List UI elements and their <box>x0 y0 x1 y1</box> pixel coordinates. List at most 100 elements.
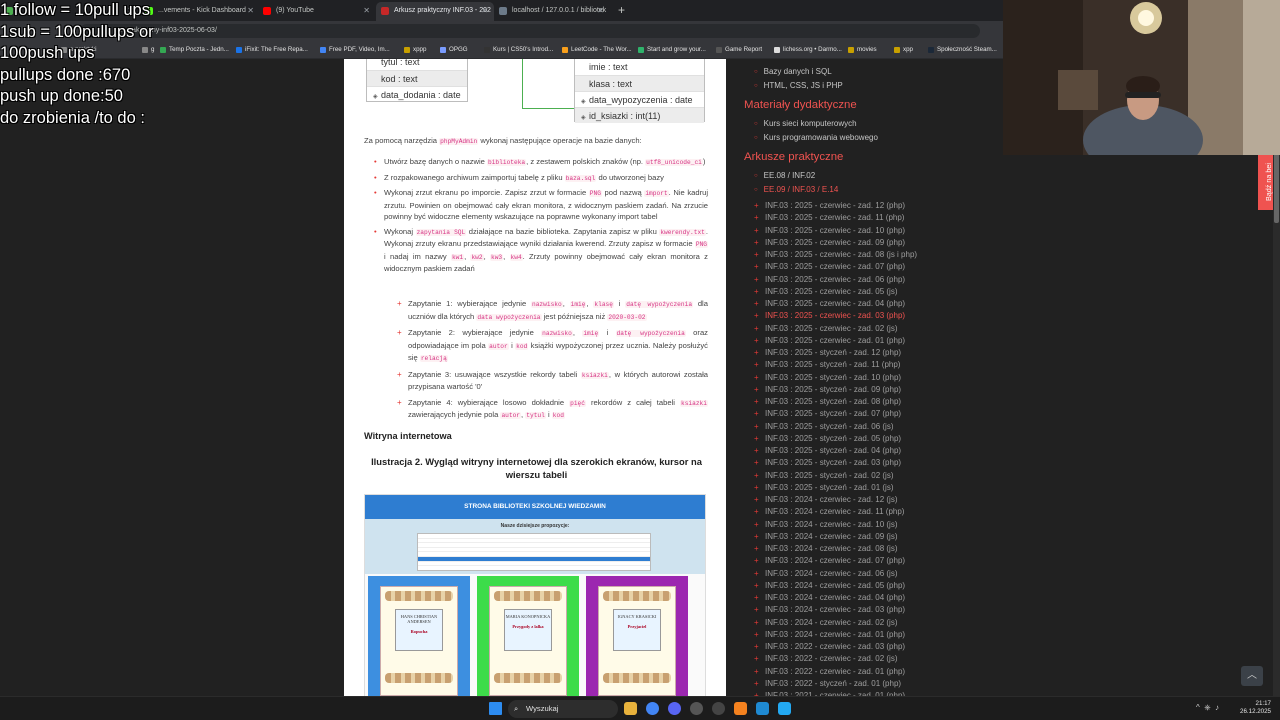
list-item: Zapytanie 1: wybierające jedynie nazwisk… <box>396 298 708 323</box>
relation-line <box>522 108 574 109</box>
discord-icon[interactable] <box>668 702 681 715</box>
bookmark-item[interactable]: Kurs | CS50's Introd... <box>483 44 553 56</box>
arkusz-link[interactable]: INF.03 : 2025 - styczeń - zad. 01 (js) <box>754 482 1034 495</box>
settings-icon[interactable] <box>712 702 725 715</box>
arkusz-link[interactable]: INF.03 : 2024 - czerwiec - zad. 01 (php) <box>754 629 1034 642</box>
illustration-table <box>417 533 651 571</box>
arkusz-link[interactable]: INF.03 : 2025 - czerwiec - zad. 12 (php) <box>754 200 1034 213</box>
table-wypozyczenia: imie : text klasa : text ◈ data_wypozycze… <box>574 59 705 123</box>
arkusz-link[interactable]: INF.03 : 2025 - styczeń - zad. 07 (php) <box>754 408 1034 421</box>
system-tray[interactable]: ^ ⎈ ♪ <box>1196 703 1219 713</box>
book-cover: MARIA KONOPNICKA Przygody z lalka <box>489 586 567 696</box>
clock[interactable]: 21:17 26.12.2025 <box>1240 700 1271 716</box>
arkusz-link[interactable]: INF.03 : 2022 - styczeń - zad. 01 (php) <box>754 678 1034 691</box>
scroll-to-top-button[interactable]: ︿ <box>1241 666 1263 686</box>
arkusz-link[interactable]: INF.03 : 2025 - czerwiec - zad. 03 (php) <box>754 310 1034 323</box>
sidebar-link-selected[interactable]: EE.09 / INF.03 / E.14 <box>754 185 839 194</box>
bookmark-icon <box>894 47 900 53</box>
arkusz-link[interactable]: INF.03 : 2025 - styczeń - zad. 06 (js) <box>754 421 1034 434</box>
arkusz-link[interactable]: INF.03 : 2024 - czerwiec - zad. 11 (php) <box>754 506 1034 519</box>
sidebar-heading: Materiały dydaktyczne <box>744 99 857 111</box>
arkusz-link[interactable]: INF.03 : 2025 - czerwiec - zad. 05 (js) <box>754 286 1034 299</box>
sidebar-link[interactable]: Kurs sieci komputerowych <box>754 119 857 128</box>
relation-line <box>522 59 523 109</box>
sidebar-link[interactable]: Kurs programowania webowego <box>754 133 878 142</box>
bookmark-item[interactable]: xppp <box>403 44 426 56</box>
bookmark-item[interactable]: OPGG <box>439 44 468 56</box>
webcam-scene <box>1003 0 1280 155</box>
arkusz-link[interactable]: INF.03 : 2025 - czerwiec - zad. 06 (php) <box>754 274 1034 287</box>
windows-start-icon[interactable] <box>489 702 502 715</box>
vscode-icon[interactable] <box>778 702 791 715</box>
bookmark-icon <box>638 47 644 53</box>
close-tab-icon[interactable]: ✕ <box>247 2 254 19</box>
illustration-screenshot: STRONA BIBLIOTEKI SZKOLNEJ WIEDZAMIN Nas… <box>364 494 706 696</box>
arkusz-link[interactable]: INF.03 : 2025 - czerwiec - zad. 08 (js i… <box>754 249 1034 262</box>
arkusz-link[interactable]: INF.03 : 2025 - czerwiec - zad. 07 (php) <box>754 261 1034 274</box>
arkusz-link[interactable]: INF.03 : 2025 - styczeń - zad. 03 (php) <box>754 457 1034 470</box>
xampp-icon[interactable] <box>734 702 747 715</box>
taskbar-search[interactable]: ⌕ Wyszukaj <box>508 700 618 718</box>
key-icon: ◈ <box>581 115 586 121</box>
book-label: MARIA KONOPNICKA Przygody z lalka <box>504 609 552 651</box>
arkusz-link[interactable]: INF.03 : 2025 - styczeń - zad. 10 (php) <box>754 372 1034 385</box>
obs-icon[interactable] <box>690 702 703 715</box>
arkusz-link[interactable]: INF.03 : 2025 - styczeń - zad. 09 (php) <box>754 384 1034 397</box>
sidebar-link[interactable]: Bazy danych i SQL <box>754 67 832 76</box>
arkusz-link[interactable]: INF.03 : 2025 - styczeń - zad. 04 (php) <box>754 445 1034 458</box>
arkusz-link[interactable]: INF.03 : 2024 - czerwiec - zad. 10 (js) <box>754 519 1034 532</box>
arkusz-link[interactable]: INF.03 : 2024 - czerwiec - zad. 09 (js) <box>754 531 1034 544</box>
overlay-line: do zrobienia /to do : <box>0 108 145 127</box>
arkusz-link[interactable]: INF.03 : 2024 - czerwiec - zad. 08 (js) <box>754 543 1034 556</box>
query-list: Zapytanie 1: wybierające jedynie nazwisk… <box>396 298 708 426</box>
arkusz-link[interactable]: INF.03 : 2025 - czerwiec - zad. 01 (php) <box>754 335 1034 348</box>
arkusz-link[interactable]: INF.03 : 2024 - czerwiec - zad. 05 (php) <box>754 580 1034 593</box>
arkusz-link[interactable]: INF.03 : 2024 - czerwiec - zad. 03 (php) <box>754 604 1034 617</box>
close-tab-icon[interactable]: ✕ <box>597 2 604 19</box>
arkusz-link[interactable]: INF.03 : 2024 - czerwiec - zad. 07 (php) <box>754 555 1034 568</box>
arkusz-link[interactable]: INF.03 : 2025 - styczeń - zad. 02 (js) <box>754 470 1034 483</box>
arkusz-link[interactable]: INF.03 : 2024 - czerwiec - zad. 04 (php) <box>754 592 1034 605</box>
arkusz-link[interactable]: INF.03 : 2025 - styczeń - zad. 11 (php) <box>754 359 1034 372</box>
bookmark-item[interactable]: iFixit: The Free Repa... <box>235 44 308 56</box>
arkusz-link[interactable]: INF.03 : 2025 - styczeń - zad. 05 (php) <box>754 433 1034 446</box>
arkusz-link[interactable]: INF.03 : 2022 - czerwiec - zad. 03 (php) <box>754 641 1034 654</box>
list-item: Zapytanie 4: wybierające losowo dokładni… <box>396 397 708 422</box>
tab-arkusz[interactable]: Arkusz praktyczny INF.03 - 202 ✕ <box>376 2 494 21</box>
arkusz-link[interactable]: INF.03 : 2024 - czerwiec - zad. 12 (js) <box>754 494 1034 507</box>
overlay-line: 1 follow = 10pull ups <box>0 1 150 19</box>
arkusz-link[interactable]: INF.03 : 2024 - czerwiec - zad. 06 (js) <box>754 568 1034 581</box>
bookmark-item[interactable]: Free PDF, Video, Im... <box>319 44 390 56</box>
sidebar-link[interactable]: EE.08 / INF.02 <box>754 171 816 180</box>
sidebar-link[interactable]: HTML, CSS, JS i PHP <box>754 81 843 90</box>
close-tab-icon[interactable]: ✕ <box>481 2 488 19</box>
bookmark-item[interactable]: Start and grow your... <box>637 44 706 56</box>
bookmark-item[interactable]: Game Report <box>715 44 762 56</box>
arkusz-link[interactable]: INF.03 : 2025 - czerwiec - zad. 04 (php) <box>754 298 1034 311</box>
arkusz-link[interactable]: INF.03 : 2025 - czerwiec - zad. 11 (php) <box>754 212 1034 225</box>
app-icon[interactable] <box>756 702 769 715</box>
arkusze-list: INF.03 : 2025 - czerwiec - zad. 12 (php)… <box>754 200 1034 696</box>
bookmark-item[interactable]: LeetCode - The Wor... <box>561 44 632 56</box>
arkusz-link[interactable]: INF.03 : 2025 - czerwiec - zad. 10 (php) <box>754 225 1034 238</box>
close-tab-icon[interactable]: ✕ <box>363 2 370 19</box>
arkusz-link[interactable]: INF.03 : 2022 - czerwiec - zad. 02 (js) <box>754 653 1034 666</box>
arkusz-link[interactable]: INF.03 : 2024 - czerwiec - zad. 02 (js) <box>754 617 1034 630</box>
bookmark-item[interactable]: Społeczność Steam... <box>927 44 997 56</box>
arkusz-link[interactable]: INF.03 : 2025 - czerwiec - zad. 09 (php) <box>754 237 1034 250</box>
bookmark-item[interactable]: movies <box>847 44 877 56</box>
arkusz-link[interactable]: INF.03 : 2025 - styczeń - zad. 08 (php) <box>754 396 1034 409</box>
bookmark-item[interactable]: xpp <box>893 44 913 56</box>
new-tab-button[interactable]: + <box>618 3 625 17</box>
tab-youtube[interactable]: (9) YouTube ✕ <box>258 2 376 21</box>
task-list: Utwórz bazę danych o nazwie biblioteka, … <box>372 156 708 278</box>
tab-phpmyadmin[interactable]: localhost / 127.0.0.1 / bibliotek ✕ <box>494 2 610 21</box>
file-explorer-icon[interactable] <box>624 702 637 715</box>
arkusz-link[interactable]: INF.03 : 2022 - czerwiec - zad. 01 (php) <box>754 666 1034 679</box>
bookmark-item[interactable]: lichess.org • Darmo... <box>773 44 842 56</box>
arkusz-link[interactable]: INF.03 : 2025 - czerwiec - zad. 02 (js) <box>754 323 1034 336</box>
article: tytul : text kod : text ◈ data_dodania : … <box>344 59 726 696</box>
arkusz-link[interactable]: INF.03 : 2025 - styczeń - zad. 12 (php) <box>754 347 1034 360</box>
chrome-icon[interactable] <box>646 702 659 715</box>
bookmark-icon <box>774 47 780 53</box>
